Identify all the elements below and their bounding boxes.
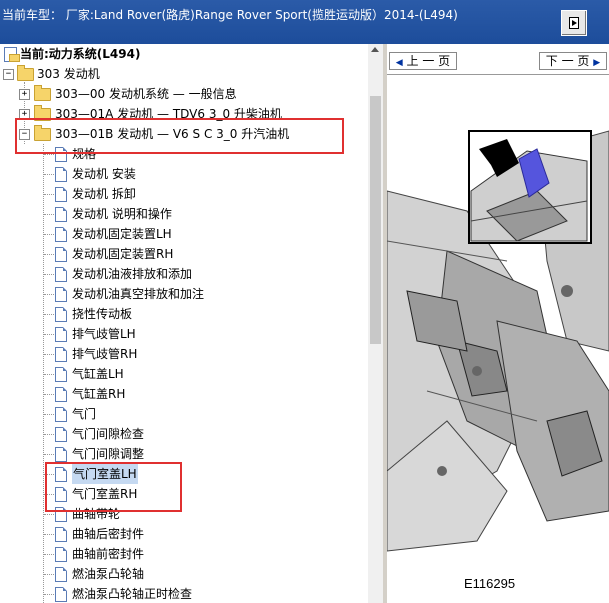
root-icon xyxy=(4,47,20,62)
arrow-right-icon: ▶ xyxy=(593,58,601,68)
document-icon xyxy=(55,367,67,382)
tree-doc-item[interactable]: 气门 xyxy=(0,404,360,424)
tree-doc-label: 气门间隙检查 xyxy=(72,427,145,441)
tree-doc-label: 气门 xyxy=(72,407,97,421)
engine-illustration xyxy=(387,91,609,571)
tree-doc-label: 发动机 拆卸 xyxy=(72,187,136,201)
next-page-button[interactable]: 下 一 页 ▶ xyxy=(539,52,607,70)
tree-node-label: 303 发动机 xyxy=(37,67,100,81)
document-icon xyxy=(55,287,67,302)
tree-doc-item[interactable]: 排气歧管LH xyxy=(0,324,360,344)
highlight-box-valve-cover xyxy=(45,462,182,512)
tree-root-label: 当前:动力系统(L494) xyxy=(20,47,141,61)
title-text: 当前车型： 厂家:Land Rover(路虎)Range Rover Sport… xyxy=(2,8,458,22)
tree-doc-label: 气门间隙调整 xyxy=(72,447,145,461)
document-icon xyxy=(55,207,67,222)
document-icon xyxy=(55,387,67,402)
scroll-up-icon[interactable] xyxy=(371,47,379,52)
tree-doc-label: 燃油泵凸轮轴正时检查 xyxy=(72,587,193,601)
tree-doc-label: 气缸盖LH xyxy=(72,367,124,381)
tree-doc-label: 发动机 安装 xyxy=(72,167,136,181)
tree-doc-label: 发动机油液排放和添加 xyxy=(72,267,193,281)
tree-scrollbar[interactable] xyxy=(368,44,383,603)
document-icon xyxy=(55,547,67,562)
tree-doc-label: 曲轴前密封件 xyxy=(72,547,145,561)
tree-doc-item[interactable]: 发动机 安装 xyxy=(0,164,360,184)
document-icon xyxy=(55,427,67,442)
window-toggle-button[interactable] xyxy=(561,10,587,36)
tree-doc-label: 燃油泵凸轮轴 xyxy=(72,567,145,581)
document-icon xyxy=(55,167,67,182)
tree-doc-item[interactable]: 发动机 拆卸 xyxy=(0,184,360,204)
document-icon xyxy=(55,187,67,202)
document-icon xyxy=(55,227,67,242)
document-icon xyxy=(55,527,67,542)
tree-doc-item[interactable]: 排气歧管RH xyxy=(0,344,360,364)
folder-icon xyxy=(34,85,51,101)
figure-caption: E116295 xyxy=(464,576,516,591)
tree-doc-label: 发动机油真空排放和加注 xyxy=(72,287,205,301)
folder-open-icon xyxy=(17,65,34,81)
document-icon xyxy=(55,347,67,362)
tree-doc-item[interactable]: 气缸盖RH xyxy=(0,384,360,404)
tree-doc-item[interactable]: 曲轴后密封件 xyxy=(0,524,360,544)
tree-doc-label: 气缸盖RH xyxy=(72,387,126,401)
tree-doc-item[interactable]: 曲轴前密封件 xyxy=(0,544,360,564)
tree-doc-label: 排气歧管LH xyxy=(72,327,136,341)
figure-area: E116295 xyxy=(387,91,609,603)
document-icon xyxy=(55,267,67,282)
tree-doc-label: 排气歧管RH xyxy=(72,347,138,361)
tree-doc-item[interactable]: 气缸盖LH xyxy=(0,364,360,384)
document-icon xyxy=(55,447,67,462)
arrow-left-icon: ◀ xyxy=(395,58,403,68)
document-icon xyxy=(55,587,67,602)
tree-doc-item[interactable]: 气门间隙调整 xyxy=(0,444,360,464)
document-icon xyxy=(55,247,67,262)
tree-node-303-00[interactable]: + 303—00 发动机系统 — 一般信息 xyxy=(0,84,360,104)
tree-doc-item[interactable]: 发动机油液排放和添加 xyxy=(0,264,360,284)
viewer-pane: ◀ 上 一 页 下 一 页 ▶ E116295 xyxy=(387,44,609,603)
document-icon xyxy=(55,307,67,322)
tree-doc-label: 发动机固定装置RH xyxy=(72,247,174,261)
tree-doc-item[interactable]: 发动机油真空排放和加注 xyxy=(0,284,360,304)
tree-root[interactable]: 当前:动力系统(L494) xyxy=(0,44,360,64)
tree-doc-label: 发动机固定装置LH xyxy=(72,227,172,241)
expand-icon[interactable]: + xyxy=(19,89,30,100)
collapse-icon[interactable]: − xyxy=(3,69,14,80)
tree-doc-item[interactable]: 发动机固定装置RH xyxy=(0,244,360,264)
tree-view[interactable]: 当前:动力系统(L494) − 303 发动机 + 303—00 发动机系统 —… xyxy=(0,44,368,603)
document-icon xyxy=(55,567,67,582)
title-bar: 当前车型： 厂家:Land Rover(路虎)Range Rover Sport… xyxy=(0,0,609,44)
tree-doc-item[interactable]: 燃油泵凸轮轴正时检查 xyxy=(0,584,360,603)
tree-doc-label: 挠性传动板 xyxy=(72,307,133,321)
document-icon xyxy=(55,407,67,422)
tree-doc-item[interactable]: 挠性传动板 xyxy=(0,304,360,324)
document-icon xyxy=(55,327,67,342)
tree-doc-item[interactable]: 燃油泵凸轮轴 xyxy=(0,564,360,584)
prev-page-button[interactable]: ◀ 上 一 页 xyxy=(389,52,457,70)
prev-page-label: 上 一 页 xyxy=(406,54,451,68)
highlight-box-303-01b xyxy=(15,118,344,154)
tree-doc-item[interactable]: 发动机 说明和操作 xyxy=(0,204,360,224)
tree-doc-label: 发动机 说明和操作 xyxy=(72,207,172,221)
scrollbar-thumb[interactable] xyxy=(370,96,381,344)
tree-doc-label: 曲轴后密封件 xyxy=(72,527,145,541)
next-page-label: 下 一 页 xyxy=(545,54,590,68)
tree-node-engine[interactable]: − 303 发动机 xyxy=(0,64,360,84)
tree-node-label: 303—00 发动机系统 — 一般信息 xyxy=(55,87,237,101)
tree-doc-item[interactable]: 气门间隙检查 xyxy=(0,424,360,444)
tree-doc-item[interactable]: 发动机固定装置LH xyxy=(0,224,360,244)
